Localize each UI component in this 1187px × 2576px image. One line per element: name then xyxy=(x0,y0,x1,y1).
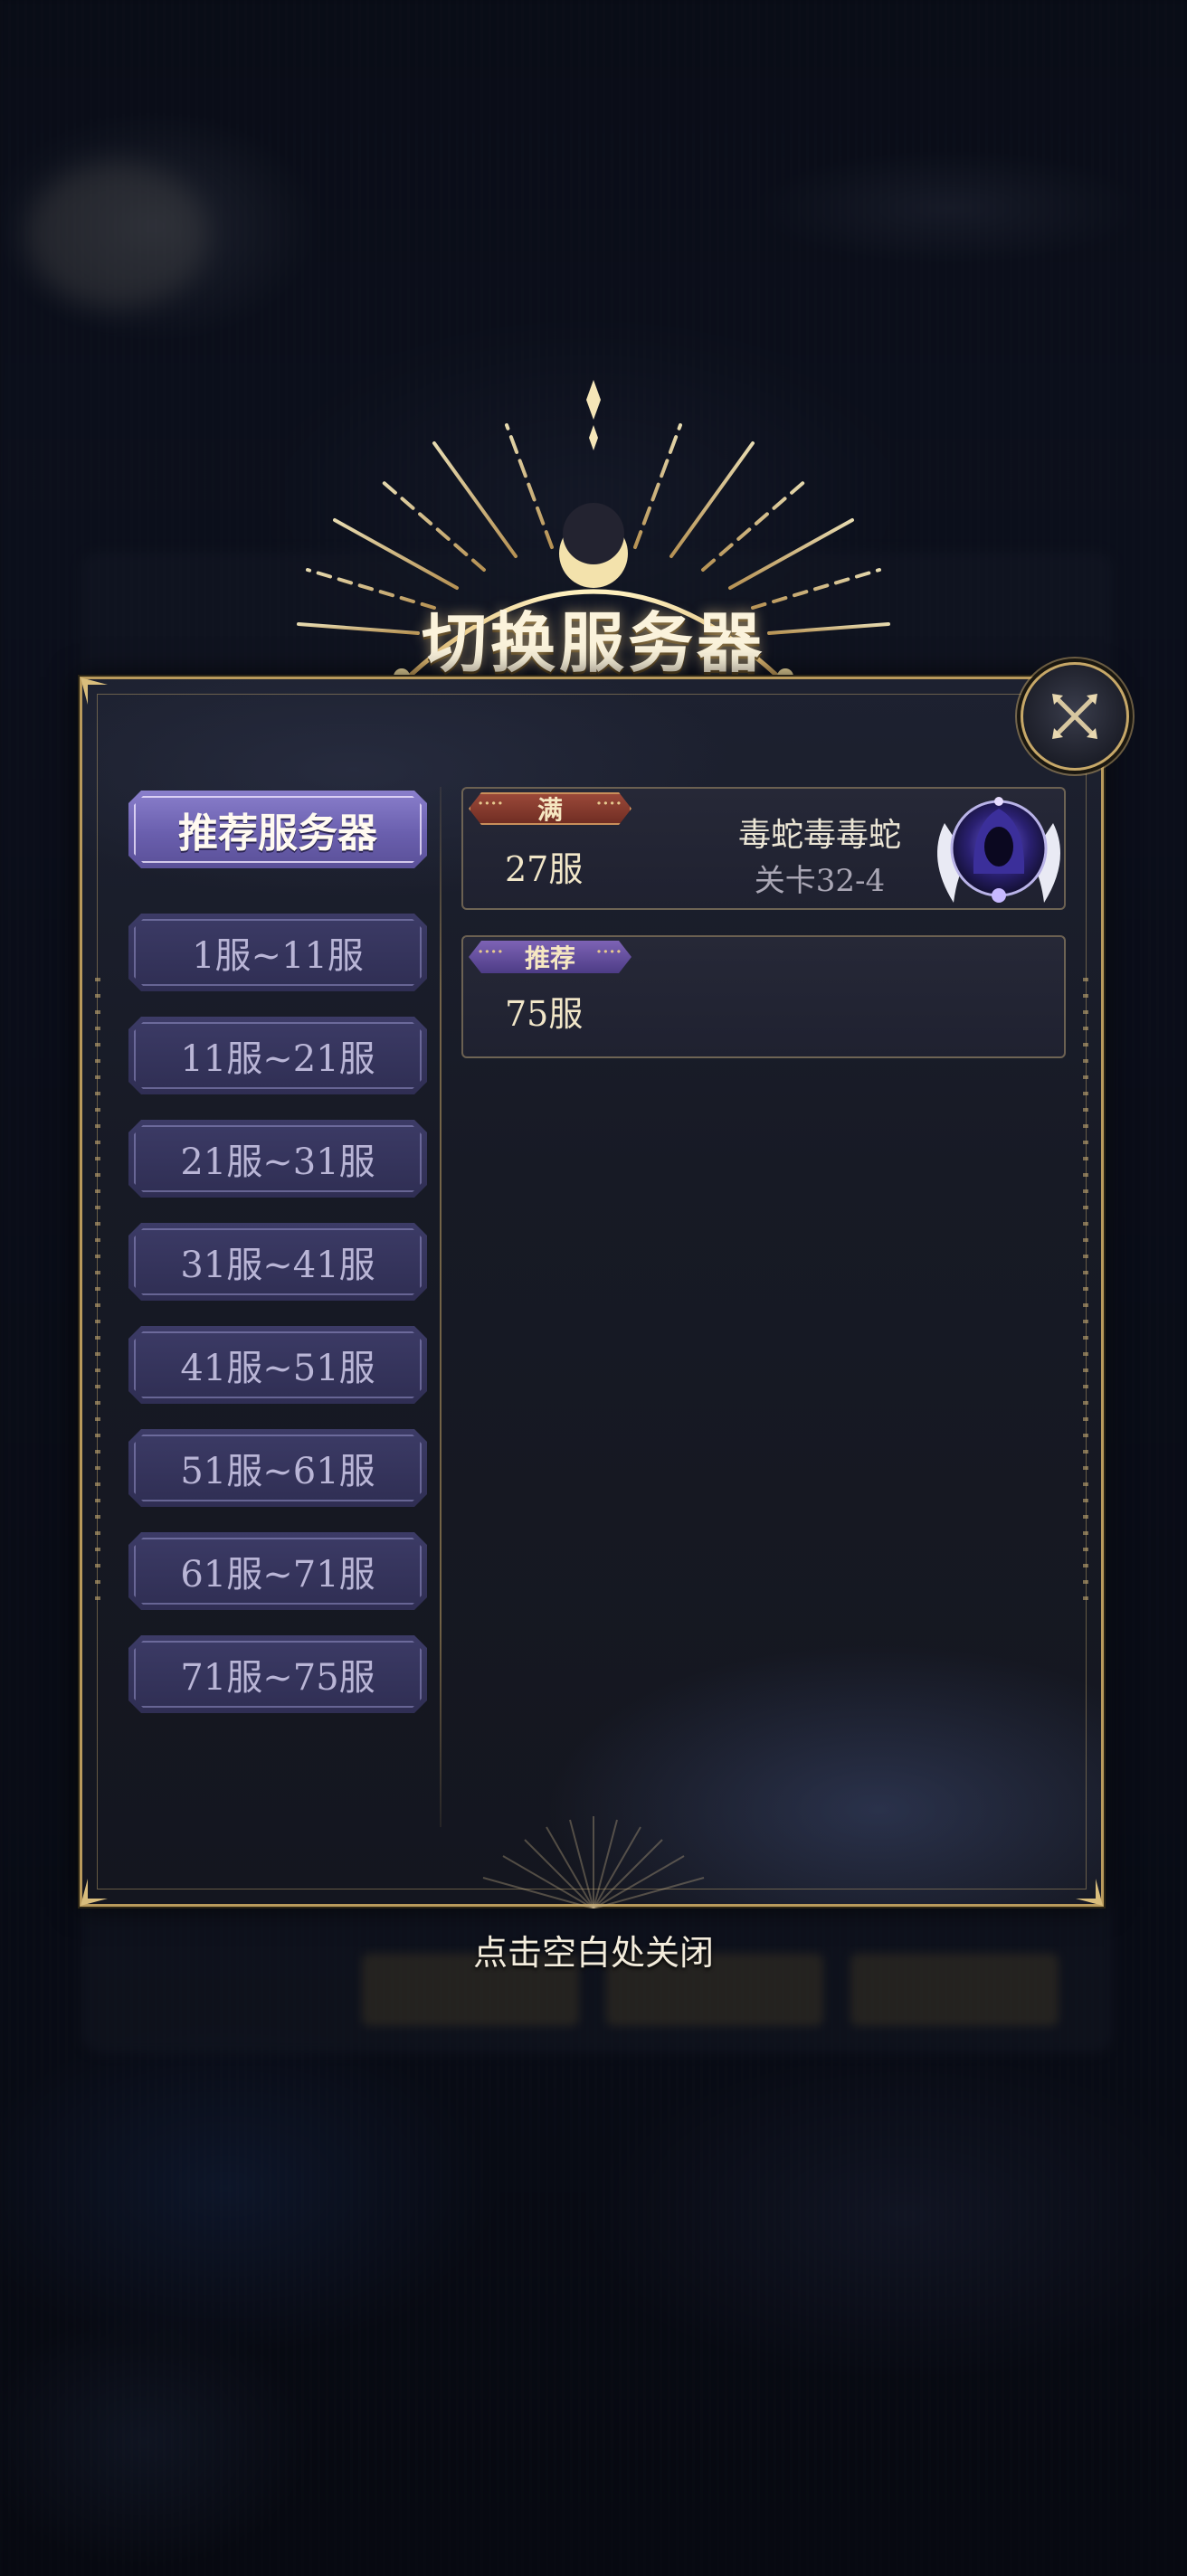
tab-server-range-1-11[interactable]: 1服~11服 xyxy=(128,914,427,991)
server-number: 27服 xyxy=(505,849,584,889)
tab-label: 21服~31服 xyxy=(180,1141,375,1183)
dialog-title: 切换服务器 xyxy=(421,604,765,681)
winged-hooded-avatar-icon xyxy=(937,797,1060,903)
panel-bottom-sunburst xyxy=(482,1816,705,1908)
panel-divider xyxy=(440,787,442,1827)
tab-label: 1服~11服 xyxy=(192,935,364,977)
tab-server-range-61-71[interactable]: 61服~71服 xyxy=(128,1532,427,1610)
stage-progress: 关卡32-4 xyxy=(754,863,886,899)
server-card[interactable]: 满 27服 毒蛇毒毒蛇 关卡32-4 xyxy=(461,787,1066,910)
corner-ornament-icon xyxy=(81,677,108,705)
badge-label: 推荐 xyxy=(524,943,575,973)
tab-server-range-71-75[interactable]: 71服~75服 xyxy=(128,1635,427,1713)
tab-label: 61服~71服 xyxy=(180,1554,375,1596)
tab-label: 51服~61服 xyxy=(180,1451,375,1492)
tab-server-range-31-41[interactable]: 31服~41服 xyxy=(128,1223,427,1301)
tab-server-range-41-51[interactable]: 41服~51服 xyxy=(128,1326,427,1404)
tab-label: 11服~21服 xyxy=(180,1038,375,1080)
panel-side-ornament xyxy=(95,978,100,1605)
tab-label: 推荐服务器 xyxy=(178,810,377,857)
close-button[interactable] xyxy=(1021,662,1129,771)
status-badge-recommended: 推荐 xyxy=(469,941,631,973)
tab-recommended-servers[interactable]: 推荐服务器 xyxy=(128,791,427,868)
tab-server-range-11-21[interactable]: 11服~21服 xyxy=(128,1017,427,1094)
badge-label: 满 xyxy=(537,795,563,825)
tab-label: 71服~75服 xyxy=(180,1657,375,1699)
character-name: 毒蛇毒毒蛇 xyxy=(737,817,901,854)
server-card[interactable]: 推荐 75服 xyxy=(461,935,1066,1058)
tab-server-range-21-31[interactable]: 21服~31服 xyxy=(128,1120,427,1198)
close-hint-text: 点击空白处关闭 xyxy=(472,1933,714,1973)
close-x-icon xyxy=(1052,694,1097,739)
tab-label: 41服~51服 xyxy=(180,1348,375,1389)
server-number: 75服 xyxy=(505,994,584,1034)
status-badge-full: 满 xyxy=(469,792,631,825)
panel-side-ornament xyxy=(1083,978,1088,1605)
corner-ornament-icon xyxy=(1076,1879,1103,1906)
corner-ornament-icon xyxy=(81,1879,108,1906)
tab-server-range-51-61[interactable]: 51服~61服 xyxy=(128,1429,427,1507)
tab-label: 31服~41服 xyxy=(180,1245,375,1286)
